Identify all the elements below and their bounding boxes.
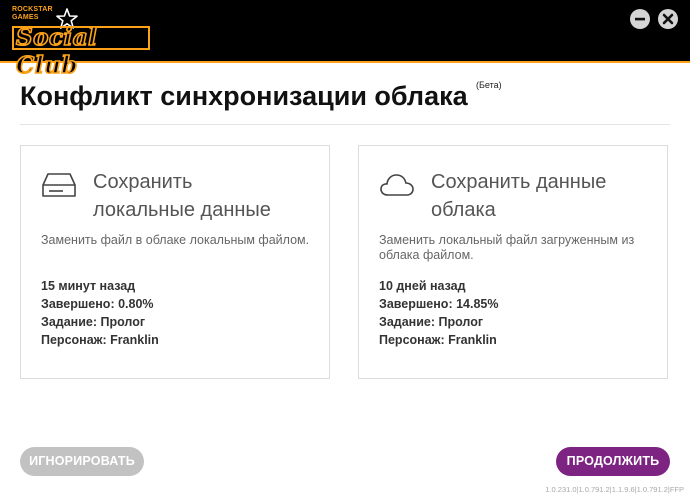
social-club-logo: ROCKSTAR GAMES Social Club	[6, 4, 156, 80]
save-character: Персонаж: Franklin	[41, 333, 159, 347]
option-description: Заменить локальный файл загруженным из о…	[379, 233, 635, 262]
minimize-button[interactable]	[630, 9, 650, 29]
save-details: 10 дней назад Завершено: 14.85% Задание:…	[379, 277, 649, 349]
close-button[interactable]	[658, 9, 678, 29]
option-title: Сохранить данные облака	[431, 168, 661, 224]
option-title-line: Сохранить	[93, 171, 193, 193]
hard-drive-icon	[42, 173, 76, 197]
version-info: 1.0.231.0|1.0.791.2|1.1.9.6|1.0.791.2|FF…	[545, 485, 684, 494]
social-club-wordmark: Social Club	[15, 23, 98, 80]
keep-local-data-option[interactable]: Сохранить локальные данные Заменить файл…	[20, 145, 330, 379]
sync-conflict-window: ROCKSTAR GAMES Social Club Конфликт синхр…	[0, 0, 690, 496]
save-completion: Завершено: 0.80%	[41, 297, 154, 311]
option-title: Сохранить локальные данные	[93, 168, 323, 224]
header-divider	[20, 124, 670, 125]
save-completion: Завершено: 14.85%	[379, 297, 499, 311]
rockstar-games-text: ROCKSTAR GAMES	[12, 6, 53, 21]
minimize-icon	[635, 17, 645, 21]
keep-cloud-data-option[interactable]: Сохранить данные облака Заменить локальн…	[358, 145, 668, 379]
option-title-line: Сохранить данные	[431, 171, 607, 193]
save-time: 15 минут назад	[41, 279, 136, 293]
save-mission: Задание: Пролог	[379, 315, 484, 329]
option-title-line: облака	[431, 199, 496, 221]
beta-badge: (Бета)	[476, 80, 502, 90]
continue-button[interactable]: ПРОДОЛЖИТЬ	[556, 447, 670, 476]
page-title: Конфликт синхронизации облака	[20, 81, 468, 111]
option-description: Заменить файл в облаке локальным файлом.	[41, 233, 310, 247]
save-character: Персонаж: Franklin	[379, 333, 497, 347]
title-bar: ROCKSTAR GAMES Social Club	[0, 0, 690, 80]
ignore-button[interactable]: ИГНОРИРОВАТЬ	[20, 447, 144, 476]
save-time: 10 дней назад	[379, 279, 466, 293]
cloud-icon	[380, 174, 414, 196]
close-icon	[662, 13, 674, 25]
option-title-line: локальные данные	[93, 199, 271, 221]
save-details: 15 минут назад Завершено: 0.80% Задание:…	[41, 277, 311, 349]
save-mission: Задание: Пролог	[41, 315, 146, 329]
